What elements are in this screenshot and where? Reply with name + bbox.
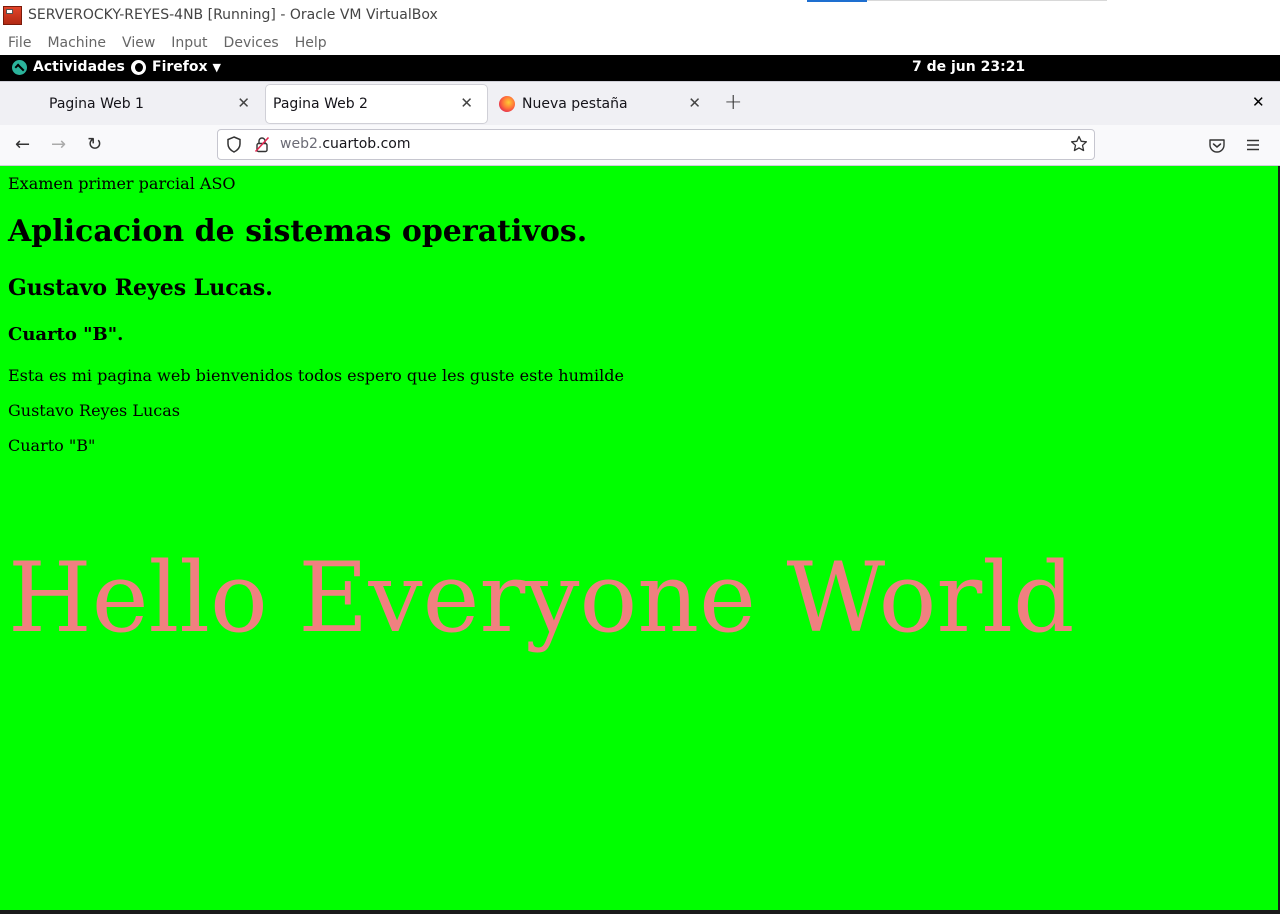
page-paragraph-group: Cuarto "B" (8, 436, 96, 455)
forward-arrow-icon[interactable]: → (51, 134, 66, 155)
tab-pagina-web-2[interactable]: Pagina Web 2 ✕ (266, 85, 487, 123)
tab-label: Pagina Web 2 (273, 96, 368, 112)
page-heading-2: Gustavo Reyes Lucas. (8, 275, 273, 301)
url-text[interactable]: web2.cuartob.com (280, 136, 411, 152)
url-bar[interactable]: web2.cuartob.com (217, 129, 1095, 160)
hamburger-menu-icon[interactable] (1245, 137, 1261, 153)
vbox-title-bar: SERVEROCKY-REYES-4NB [Running] - Oracle … (0, 0, 1280, 30)
tab-label: Nueva pestaña (522, 96, 628, 112)
page-heading-1: Aplicacion de sistemas operativos. (8, 214, 588, 249)
menu-input[interactable]: Input (171, 35, 207, 51)
virtualbox-app-icon (3, 5, 22, 25)
back-arrow-icon[interactable]: ← (15, 134, 30, 155)
vbox-menu-bar: File Machine View Input Devices Help (0, 30, 1280, 55)
caret-down-icon: ▼ (212, 60, 221, 74)
gnome-top-bar: Actividades Firefox ▼ 7 de jun 23:21 (0, 55, 1280, 81)
url-subdomain: web2. (280, 136, 323, 152)
bookmark-star-icon[interactable] (1070, 135, 1088, 153)
reload-icon[interactable]: ↻ (87, 134, 102, 155)
title-accent-line (807, 0, 867, 2)
window-close-icon[interactable]: ✕ (1252, 93, 1265, 111)
new-tab-plus-icon[interactable]: + (724, 90, 742, 115)
activities-label: Actividades (33, 59, 125, 75)
tab-label: Pagina Web 1 (49, 96, 144, 112)
menu-help[interactable]: Help (295, 35, 327, 51)
pocket-icon[interactable] (1208, 137, 1226, 155)
menu-machine[interactable]: Machine (47, 35, 106, 51)
app-menu-label: Firefox (152, 59, 208, 75)
menu-file[interactable]: File (8, 35, 31, 51)
page-top-text: Examen primer parcial ASO (8, 174, 236, 193)
url-domain: cuartob.com (322, 136, 411, 152)
app-menu-button[interactable]: Firefox ▼ (131, 59, 221, 75)
nav-bar: ← → ↻ web2.cuartob.com (0, 125, 1280, 166)
tracking-shield-icon[interactable] (226, 136, 242, 153)
tab-strip: Pagina Web 1 ✕ Pagina Web 2 ✕ Nueva pest… (0, 81, 1280, 125)
hero-text: Hello Everyone World (8, 542, 1075, 654)
activities-button[interactable]: Actividades (12, 59, 125, 75)
vbox-window-title: SERVEROCKY-REYES-4NB [Running] - Oracle … (28, 7, 438, 23)
window-bottom-edge (0, 910, 1280, 914)
tab-close-icon[interactable]: ✕ (237, 94, 250, 112)
rocky-logo-icon (12, 59, 27, 75)
page-heading-3: Cuarto "B". (8, 324, 124, 345)
clock[interactable]: 7 de jun 23:21 (912, 59, 1025, 75)
tab-close-icon[interactable]: ✕ (688, 94, 701, 112)
tab-nueva-pestana[interactable]: Nueva pestaña ✕ (489, 85, 715, 123)
menu-view[interactable]: View (122, 35, 155, 51)
tab-close-icon[interactable]: ✕ (460, 94, 473, 112)
page-paragraph-author: Gustavo Reyes Lucas (8, 401, 180, 420)
insecure-lock-icon[interactable] (254, 136, 270, 153)
tab-pagina-web-1[interactable]: Pagina Web 1 ✕ (0, 85, 264, 123)
page-paragraph-welcome: Esta es mi pagina web bienvenidos todos … (8, 366, 624, 385)
web-page-content: Examen primer parcial ASO Aplicacion de … (0, 166, 1278, 910)
title-divider-line (867, 0, 1107, 1)
firefox-mini-icon (131, 59, 146, 75)
firefox-favicon-icon (499, 96, 515, 112)
menu-devices[interactable]: Devices (224, 35, 279, 51)
